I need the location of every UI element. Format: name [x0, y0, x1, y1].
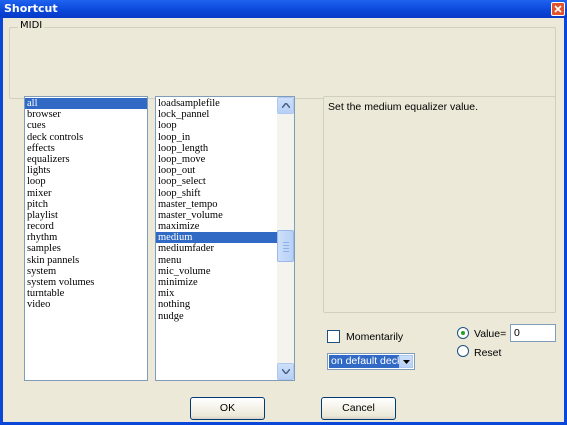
chevron-down-icon [282, 369, 290, 374]
category-list-item[interactable]: samples [25, 243, 147, 254]
action-list-item[interactable]: nudge [156, 311, 294, 322]
action-list-item[interactable]: minimize [156, 277, 294, 288]
description-text: Set the medium equalizer value. [328, 101, 478, 113]
category-list-item[interactable]: loop [25, 176, 147, 187]
category-list-item[interactable]: browser [25, 109, 147, 120]
action-list-item[interactable]: loop_in [156, 132, 294, 143]
category-list-item[interactable]: video [25, 299, 147, 310]
chevron-down-icon [403, 360, 410, 364]
category-list-item[interactable]: skin pannels [25, 255, 147, 266]
action-list-item[interactable]: master_tempo [156, 199, 294, 210]
reset-radio[interactable] [457, 345, 469, 357]
action-list[interactable]: loadsamplefile lock_pannel loop loop_in loop… [155, 96, 295, 381]
category-list-item[interactable]: mixer [25, 188, 147, 199]
midi-group-box [9, 27, 556, 99]
action-list-item[interactable]: loop_select [156, 176, 294, 187]
value-label: Value= [474, 328, 507, 340]
value-input[interactable]: 0 [510, 324, 556, 342]
action-list-item[interactable]: mediumfader [156, 243, 294, 254]
category-list-item[interactable]: rhythm [25, 232, 147, 243]
category-list-item[interactable]: playlist [25, 210, 147, 221]
category-list-item[interactable]: deck controls [25, 132, 147, 143]
deck-select[interactable]: on default deck [327, 353, 415, 370]
shortcut-dialog: Shortcut MIDI all browser cues deck control… [0, 0, 567, 425]
category-list-item[interactable]: pitch [25, 199, 147, 210]
scroll-up-button[interactable] [277, 97, 294, 114]
action-list-item[interactable]: nothing [156, 299, 294, 310]
thumb-grip-line [283, 242, 289, 243]
category-list-item[interactable]: equalizers [25, 154, 147, 165]
action-list-item[interactable]: loop_out [156, 165, 294, 176]
ok-button[interactable]: OK [190, 397, 265, 420]
action-list-item[interactable]: mic_volume [156, 266, 294, 277]
thumb-grip-line [283, 248, 289, 249]
chevron-up-icon [282, 103, 290, 108]
action-list-item[interactable]: loop [156, 120, 294, 131]
window-title: Shortcut [4, 2, 58, 15]
close-button[interactable] [551, 2, 565, 16]
action-list-item[interactable]: master_volume [156, 210, 294, 221]
category-list-item[interactable]: all [25, 98, 147, 110]
category-list-item[interactable]: system [25, 266, 147, 277]
action-list-scrollbar[interactable] [277, 97, 294, 380]
cancel-button[interactable]: Cancel [321, 397, 396, 420]
action-list-item[interactable]: lock_pannel [156, 109, 294, 120]
category-list-item[interactable]: lights [25, 165, 147, 176]
value-radio[interactable] [457, 327, 469, 339]
action-list-item[interactable]: maximize [156, 221, 294, 232]
description-panel: Set the medium equalizer value. [323, 96, 556, 313]
close-icon [554, 5, 562, 13]
category-list-item[interactable]: turntable [25, 288, 147, 299]
momentarily-checkbox[interactable] [327, 330, 340, 343]
midi-group-label: MIDI [18, 20, 45, 31]
title-bar[interactable]: Shortcut [0, 0, 567, 18]
category-list[interactable]: all browser cues deck controls effects equali… [24, 96, 148, 381]
action-list-item[interactable]: loop_move [156, 154, 294, 165]
radio-selected-dot [461, 331, 465, 335]
deck-select-value: on default deck [329, 355, 399, 368]
category-list-item[interactable]: effects [25, 143, 147, 154]
category-list-item[interactable]: cues [25, 120, 147, 131]
thumb-grip-line [283, 251, 289, 252]
action-list-item[interactable]: loop_length [156, 143, 294, 154]
action-list-item[interactable]: loadsamplefile [156, 98, 294, 109]
scroll-down-button[interactable] [277, 363, 294, 380]
reset-label: Reset [474, 347, 502, 359]
category-list-item[interactable]: system volumes [25, 277, 147, 288]
action-list-item[interactable]: loop_shift [156, 188, 294, 199]
momentarily-label: Momentarily [346, 331, 404, 343]
category-list-item[interactable]: record [25, 221, 147, 232]
thumb-grip-line [283, 245, 289, 246]
action-list-item[interactable]: menu [156, 255, 294, 266]
deck-select-dropdown-button[interactable] [399, 355, 413, 368]
action-list-item[interactable]: medium [156, 232, 294, 244]
scroll-thumb[interactable] [277, 230, 294, 262]
action-list-item[interactable]: mix [156, 288, 294, 299]
